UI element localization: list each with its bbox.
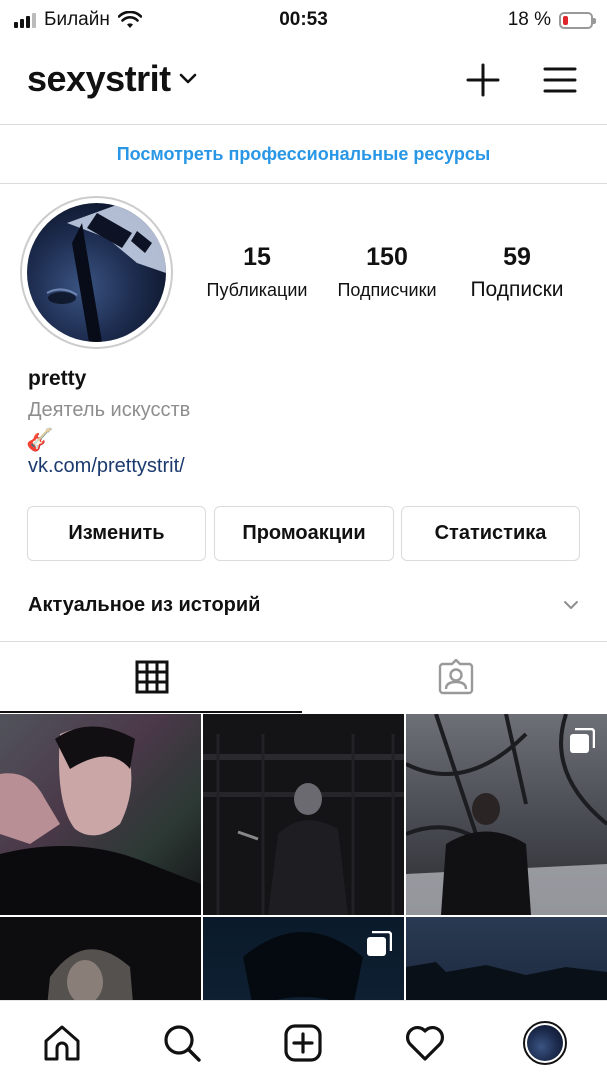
post-thumbnail[interactable] [406, 917, 607, 1000]
chevron-down-icon [564, 601, 578, 609]
post-thumbnail[interactable] [406, 714, 607, 915]
divider [0, 183, 607, 184]
wifi-icon [117, 11, 142, 28]
profile-tabs [0, 642, 607, 713]
edit-profile-button[interactable]: Изменить [27, 506, 206, 561]
profile-header: sexystrit [0, 50, 607, 120]
nav-profile[interactable] [523, 1021, 567, 1065]
username: sexystrit [27, 58, 171, 99]
posts-count: 15 Публикации [198, 243, 316, 301]
nav-new-post[interactable] [281, 1021, 325, 1065]
grid-icon [135, 660, 168, 694]
bottom-navigation [0, 1000, 607, 1080]
nav-search[interactable] [160, 1021, 204, 1065]
tagged-icon [438, 659, 473, 695]
post-thumbnail[interactable] [0, 917, 201, 1000]
account-switcher[interactable]: sexystrit [27, 58, 197, 100]
menu-button[interactable] [540, 60, 580, 100]
cellular-signal-icon [14, 12, 36, 28]
avatar-image [27, 203, 166, 342]
multiple-photos-icon [570, 728, 595, 753]
chevron-down-icon [179, 73, 196, 84]
multiple-photos-icon [367, 931, 392, 956]
new-post-icon [284, 1024, 322, 1062]
battery-icon [559, 11, 596, 29]
stat-label: Публикации [206, 280, 308, 300]
plus-icon [466, 63, 500, 97]
stat-value: 150 [366, 243, 408, 271]
status-bar: Билайн 00:53 18 % [0, 0, 607, 42]
stat-label: Подписки [470, 278, 564, 301]
profile-avatar-large[interactable] [20, 196, 173, 349]
stat-value: 59 [503, 243, 531, 271]
tab-tagged[interactable] [304, 642, 607, 712]
profile-category: Деятель искусств [28, 399, 191, 421]
stat-label: Подписчики [337, 280, 437, 300]
highlights-label: Актуальное из историй [28, 593, 261, 616]
posts-grid [0, 714, 607, 1000]
home-icon [44, 1025, 80, 1061]
post-thumbnail[interactable] [203, 714, 404, 915]
promotions-button[interactable]: Промоакции [214, 506, 394, 561]
profile-avatar [523, 1021, 567, 1065]
nav-activity[interactable] [403, 1021, 447, 1065]
new-post-button[interactable] [463, 60, 503, 100]
professional-resources-link[interactable]: Посмотреть профессиональные ресурсы [0, 125, 607, 183]
post-thumbnail[interactable] [203, 917, 404, 1000]
post-thumbnail[interactable] [0, 714, 201, 915]
carrier-name: Билайн [44, 9, 110, 30]
nav-home[interactable] [40, 1021, 84, 1065]
insights-button[interactable]: Статистика [401, 506, 580, 561]
active-tab-indicator [0, 711, 302, 713]
activity-heart-icon [406, 1026, 444, 1061]
search-icon [164, 1025, 201, 1062]
bio-website-link[interactable]: vk.com/prettystrit/ [28, 455, 185, 478]
battery-percent: 18 % [507, 9, 551, 30]
followers-count[interactable]: 150 Подписчики [328, 243, 446, 301]
tab-grid[interactable] [0, 642, 303, 712]
following-count[interactable]: 59 Подписки [458, 243, 576, 302]
menu-icon [543, 67, 577, 93]
stat-value: 15 [243, 243, 271, 271]
story-highlights-toggle[interactable]: Актуальное из историй [28, 582, 581, 628]
bio-emoji: 🎸 [26, 427, 54, 452]
display-name: pretty [28, 367, 87, 390]
